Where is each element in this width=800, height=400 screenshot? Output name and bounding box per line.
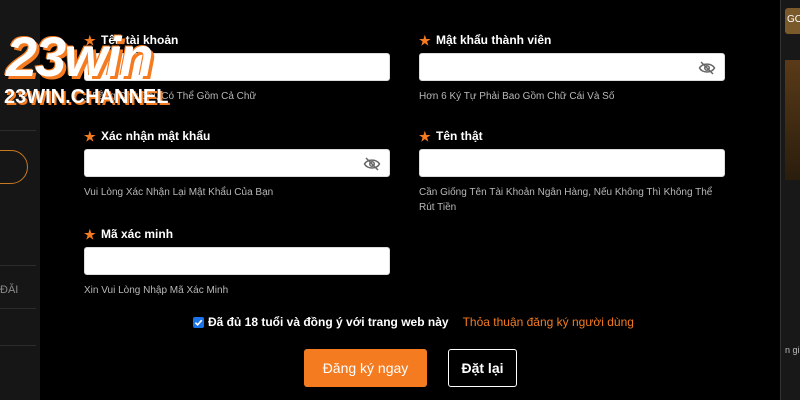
confirm-password-input-wrapper xyxy=(84,149,390,177)
agree-checkbox[interactable] xyxy=(193,316,204,328)
checkmark-icon xyxy=(194,319,203,326)
terms-link[interactable]: Thỏa thuận đăng ký người dùng xyxy=(463,315,634,329)
brand-logo: 23win 23WIN.CHANNEL xyxy=(0,25,220,114)
captcha-input-wrapper xyxy=(84,247,390,275)
password-field: ★ Mật khẩu thành viên Hơn 6 Ký Tự Phải B… xyxy=(419,32,725,104)
background-badge: GO xyxy=(785,8,800,34)
captcha-hint: Xin Vui Lòng Nhập Mã Xác Minh xyxy=(84,285,229,296)
confirm-password-label: ★ Xác nhận mật khẩu xyxy=(84,128,211,144)
agree-label: Đã đủ 18 tuổi và đồng ý với trang web nà… xyxy=(208,315,449,329)
required-star-icon: ★ xyxy=(419,128,431,144)
required-star-icon: ★ xyxy=(84,128,96,144)
password-hint: Hơn 6 Ký Tự Phải Bao Gồm Chữ Cái Và Số xyxy=(419,91,615,102)
confirm-password-input[interactable] xyxy=(85,150,389,176)
terms-agreement: Đã đủ 18 tuổi và đồng ý với trang web nà… xyxy=(193,315,634,329)
confirm-password-field: ★ Xác nhận mật khẩu Vui Lòng Xác Nhận Lạ… xyxy=(84,128,390,200)
register-button[interactable]: Đăng ký ngay xyxy=(304,349,427,387)
background-text-fragment: n gi xyxy=(785,345,800,355)
captcha-label: ★ Mã xác minh xyxy=(84,226,174,242)
brand-logo-domain: 23WIN.CHANNEL xyxy=(4,86,169,108)
password-input[interactable] xyxy=(420,54,724,80)
captcha-input[interactable] xyxy=(85,248,389,274)
real-name-hint: Cần Giống Tên Tài Khoản Ngân Hàng, Nếu K… xyxy=(419,187,713,213)
required-star-icon: ★ xyxy=(419,32,431,48)
background-pill-button xyxy=(0,150,28,184)
background-banner-image xyxy=(785,60,800,180)
background-text-fragment: ĐĂI xyxy=(0,284,19,296)
password-input-wrapper xyxy=(419,53,725,81)
divider xyxy=(0,130,36,131)
required-star-icon: ★ xyxy=(84,226,96,242)
real-name-input-wrapper xyxy=(419,149,725,177)
brand-logo-wordmark: 23win xyxy=(6,25,154,88)
divider xyxy=(0,308,36,309)
confirm-password-hint: Vui Lòng Xác Nhận Lại Mật Khẩu Của Bạn xyxy=(84,187,274,198)
background-page-right: GO n gi xyxy=(780,0,800,400)
real-name-label: ★ Tên thật xyxy=(419,128,483,144)
eye-slash-icon[interactable] xyxy=(363,156,381,172)
real-name-input[interactable] xyxy=(420,150,724,176)
divider xyxy=(0,265,36,266)
reset-button[interactable]: Đặt lại xyxy=(448,349,517,387)
eye-slash-icon[interactable] xyxy=(698,60,716,76)
real-name-field: ★ Tên thật Cần Giống Tên Tài Khoản Ngân … xyxy=(419,128,725,215)
divider xyxy=(0,345,36,346)
captcha-field: ★ Mã xác minh Xin Vui Lòng Nhập Mã Xác M… xyxy=(84,226,390,298)
password-label: ★ Mật khẩu thành viên xyxy=(419,32,552,48)
